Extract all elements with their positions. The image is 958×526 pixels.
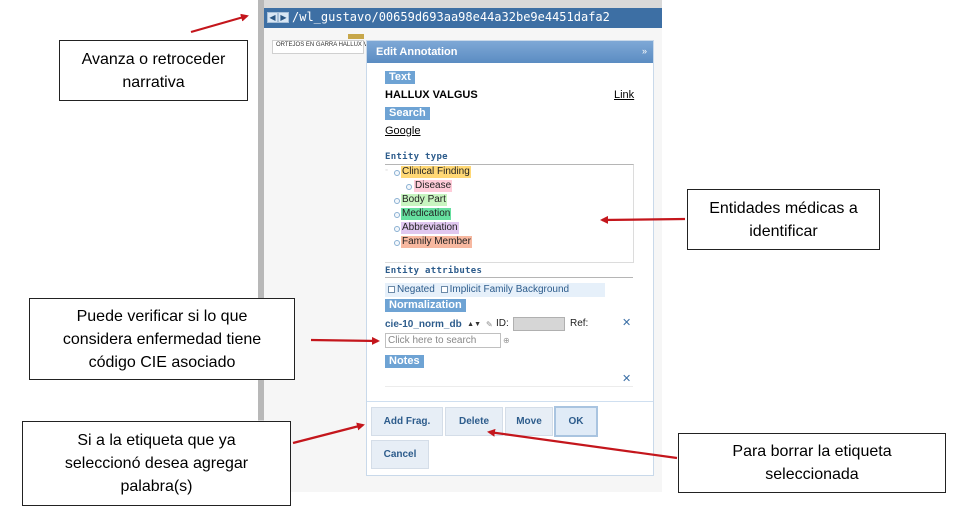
radio-medication[interactable] [394,212,400,218]
entity-type-family-member[interactable]: Family Member [401,236,472,248]
normalization-db-select[interactable]: cie-10_norm_db ▲▼ [385,318,481,331]
id-input[interactable] [513,317,565,331]
document-text-line: ORTEJOS EN GARRA HALLUX VALGUS [272,40,387,54]
cancel-button[interactable]: Cancel [371,440,429,469]
back-arrow-icon[interactable]: ◀ [267,12,278,23]
document-path[interactable]: /wl_gustavo/00659d693aa98e44a32be9e4451d… [292,10,610,24]
annotated-text-value: HALLUX VALGUS [385,89,478,101]
radio-family-member[interactable] [394,240,400,246]
search-icon[interactable]: ⊕ [503,336,510,345]
entity-type-clinical-finding[interactable]: Clinical Finding [401,166,471,178]
normalization-db-value: cie-10_norm_db [385,319,462,330]
move-button[interactable]: Move [505,407,553,436]
radio-abbreviation[interactable] [394,226,400,232]
wrench-icon[interactable]: ✎ [486,320,493,329]
add-frag-button[interactable]: Add Frag. [371,407,443,436]
select-arrows-icon: ▲▼ [467,321,481,328]
callout-cie-check: Puede verificar si lo que considera enfe… [29,298,295,380]
entity-attributes-box: Negated Implicit Family Background [385,277,633,300]
implicit-family-background-checkbox[interactable] [440,285,448,293]
callout-entities: Entidades médicas a identificar [687,189,880,250]
radio-clinical-finding[interactable] [394,170,400,176]
normalization-section-label: Normalization [385,299,466,312]
forward-arrow-icon[interactable]: ▶ [278,12,289,23]
title-bar: ◀ ▶ /wl_gustavo/00659d693aa98e44a32be9e4… [264,8,662,28]
entity-type-disease[interactable]: Disease [414,180,453,192]
implicit-family-background-label[interactable]: Implicit Family Background [450,284,569,295]
text-section-label: Text [385,71,415,84]
callout-narrative: Avanza o retroceder narrativa [59,40,248,101]
edit-annotation-dialog: Edit Annotation » Text HALLUX VALGUS Lin… [366,40,654,476]
google-search-link[interactable]: Google [385,125,420,137]
clear-normalization-icon[interactable]: ✕ [622,316,631,329]
dialog-header[interactable]: Edit Annotation » [367,41,653,63]
notes-section-label: Notes [385,355,424,368]
arrow-narrative [190,13,249,34]
delete-button[interactable]: Delete [445,407,503,436]
entity-type-medication[interactable]: Medication [401,208,452,220]
normalization-search-input[interactable]: Click here to search [385,333,501,348]
entity-attributes-heading: Entity attributes [385,266,483,276]
entity-type-body-part[interactable]: Body Part [401,194,447,206]
entity-type-heading: Entity type [385,152,448,162]
dialog-title: Edit Annotation [376,46,458,58]
callout-add-word: Si a la etiqueta que ya seleccionó desea… [22,421,291,506]
search-section-label: Search [385,107,430,120]
attributes-row: Negated Implicit Family Background [385,283,605,297]
entity-type-list: ⁻ Clinical Finding Disease Body Part Med… [385,164,634,263]
ok-button[interactable]: OK [554,406,598,437]
clear-notes-icon[interactable]: ✕ [622,372,631,385]
id-label: ID: [496,318,509,329]
entity-type-abbreviation[interactable]: Abbreviation [401,222,459,234]
tree-toggle-icon[interactable]: ⁻ [385,168,388,175]
annotation-span-tag[interactable] [348,34,364,39]
ref-label: Ref: [570,318,589,329]
negated-checkbox[interactable] [388,285,395,293]
notes-input[interactable] [385,372,633,387]
collapse-icon[interactable]: » [642,46,647,56]
radio-disease[interactable] [406,184,412,190]
negated-label[interactable]: Negated [397,284,435,295]
radio-body-part[interactable] [394,198,400,204]
dialog-divider [367,401,653,402]
callout-delete-tag: Para borrar la etiqueta seleccionada [678,433,946,493]
link-link[interactable]: Link [614,89,634,101]
